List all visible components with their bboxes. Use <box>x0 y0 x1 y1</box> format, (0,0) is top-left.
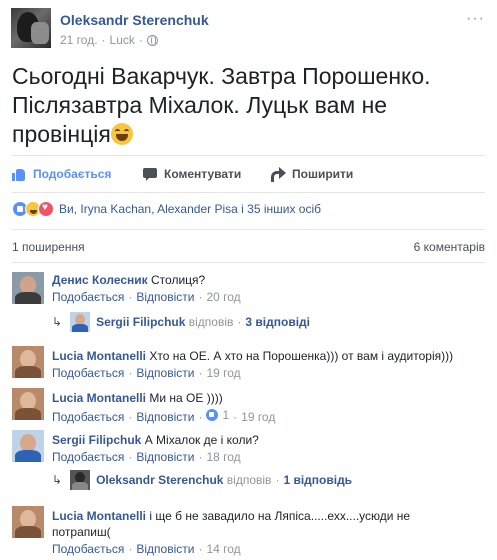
comment-time[interactable]: 19 год <box>241 410 275 424</box>
reply-avatar <box>70 312 91 332</box>
comment-author[interactable]: Lucia Montanelli <box>52 391 146 405</box>
replies-link[interactable]: ↳ Oleksandr Sterenchuk відповів · 1 відпов… <box>52 470 352 490</box>
divider <box>12 155 485 156</box>
comment-author[interactable]: Lucia Montanelli <box>52 349 146 363</box>
globe-icon[interactable] <box>146 34 158 46</box>
comment-meta: Подобається · Відповісти · 20 год <box>52 290 241 304</box>
comment-text: А Міхалок де і коли? <box>144 433 259 447</box>
share-button[interactable]: Поширити <box>271 167 353 182</box>
comment: Lucia Montanelli Хто на ОЕ. А хто на Пор… <box>52 348 482 364</box>
share-arrow-icon <box>271 167 286 182</box>
post-text: Сьогодні Вакарчук. Завтра Порошенко. Піс… <box>12 62 492 149</box>
divider <box>12 192 485 193</box>
like-reaction-icon <box>206 409 219 421</box>
comment-likes[interactable]: 1 <box>206 408 229 422</box>
comment-author[interactable]: Lucia Montanelli <box>52 509 146 523</box>
facebook-post: Oleksandr Sterenchuk 21 год. · Luck · ··… <box>0 0 497 560</box>
comment-like-link[interactable]: Подобається <box>52 542 124 556</box>
comment-bubble-icon <box>143 167 157 181</box>
love-reaction-icon <box>38 201 54 217</box>
post-actions: Подобається Коментувати Поширити <box>12 164 485 186</box>
comment-reply-link[interactable]: Відповісти <box>136 450 194 464</box>
comment: Sergii Filipchuk А Міхалок де і коли? <box>52 432 482 448</box>
comment-text: Ми на ОЕ )))) <box>149 391 223 405</box>
comment-like-link[interactable]: Подобається <box>52 290 124 304</box>
comment-reply-link[interactable]: Відповісти <box>136 366 194 380</box>
comment-like-link[interactable]: Подобається <box>52 410 124 424</box>
comment-reply-link[interactable]: Відповісти <box>136 290 194 304</box>
commenter-avatar[interactable] <box>12 272 44 304</box>
comment-meta: Подобається · Відповісти · 14 год <box>52 542 241 556</box>
comment-reply-link[interactable]: Відповісти <box>136 542 194 556</box>
ellipsis-icon[interactable]: ··· <box>466 10 485 28</box>
post-meta: 21 год. · Luck · <box>60 33 158 47</box>
comment-text: Хто на ОЕ. А хто на Порошенка))) от вам … <box>149 349 454 363</box>
divider <box>12 262 485 263</box>
reply-arrow-icon: ↳ <box>52 473 63 487</box>
comment-like-link[interactable]: Подобається <box>52 450 124 464</box>
commenter-avatar[interactable] <box>12 506 44 538</box>
comment-author[interactable]: Sergii Filipchuk <box>52 433 141 447</box>
commenter-avatar[interactable] <box>12 388 44 420</box>
like-button[interactable]: Подобається <box>12 167 111 181</box>
comment-time[interactable]: 18 год <box>206 450 240 464</box>
comment-button[interactable]: Коментувати <box>143 167 241 181</box>
comment: Lucia Montanelli Ми на ОЕ )))) <box>52 390 482 406</box>
divider <box>12 229 485 230</box>
comment: Денис Колесник Столиця? <box>52 272 482 288</box>
comment-meta: Подобається · Відповісти · 19 год <box>52 366 241 380</box>
comment-author[interactable]: Денис Колесник <box>52 273 148 287</box>
post-location[interactable]: Luck <box>110 33 135 47</box>
commenter-avatar[interactable] <box>12 346 44 378</box>
comment-meta: Подобається · Відповісти · 1 · 19 год <box>52 408 276 424</box>
comments-count[interactable]: 6 коментарів <box>414 240 485 254</box>
thumbs-up-icon <box>12 167 26 181</box>
comment: Lucia Montanelli і ще б не завадило на Л… <box>52 508 432 540</box>
replies-link[interactable]: ↳ Sergii Filipchuk відповів · 3 відповіді <box>52 312 310 332</box>
comment-time[interactable]: 20 год <box>206 290 240 304</box>
reactions-summary[interactable]: Ви, Iryna Kachan, Alexander Pisa і 35 ін… <box>12 201 321 217</box>
comment-meta: Подобається · Відповісти · 18 год <box>52 450 241 464</box>
post-text-body: Сьогодні Вакарчук. Завтра Порошенко. Піс… <box>12 63 431 147</box>
shares-count[interactable]: 1 поширення <box>12 240 85 254</box>
reply-avatar <box>70 470 91 490</box>
laughing-emoji-icon <box>110 123 133 145</box>
post-time[interactable]: 21 год. <box>60 33 98 47</box>
reply-arrow-icon: ↳ <box>52 315 63 329</box>
comment-reply-link[interactable]: Відповісти <box>136 410 194 424</box>
comment-time[interactable]: 14 год <box>206 542 240 556</box>
author-avatar[interactable] <box>11 8 51 48</box>
comment-like-link[interactable]: Подобається <box>52 366 124 380</box>
post-author[interactable]: Oleksandr Sterenchuk <box>60 12 209 28</box>
commenter-avatar[interactable] <box>12 430 44 462</box>
reactions-text[interactable]: Ви, Iryna Kachan, Alexander Pisa і 35 ін… <box>59 202 321 216</box>
comment-time[interactable]: 19 год <box>206 366 240 380</box>
comment-text: Столиця? <box>151 273 206 287</box>
